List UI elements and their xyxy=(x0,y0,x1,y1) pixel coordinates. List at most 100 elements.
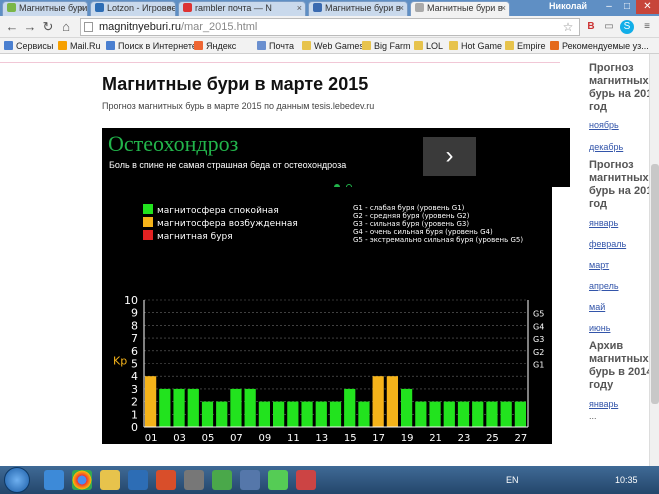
legend-label: магнитная буря xyxy=(157,232,233,242)
forward-icon[interactable]: → xyxy=(22,19,38,35)
bookmark-label: LOL xyxy=(426,41,444,51)
ie-icon[interactable] xyxy=(44,470,64,490)
bookmark-yandex[interactable]: Яндекс xyxy=(194,40,236,52)
bookmark-webgames[interactable]: Web Games xyxy=(302,40,364,52)
close-icon[interactable]: × xyxy=(399,2,404,15)
start-button[interactable] xyxy=(4,467,30,493)
close-icon[interactable]: × xyxy=(167,2,172,15)
app-icon[interactable] xyxy=(156,470,176,490)
scroll-thumb[interactable] xyxy=(651,164,659,404)
bookmark-bigfarm[interactable]: Big Farm xyxy=(362,40,411,52)
x-tick-label: 03 xyxy=(173,433,186,444)
url-domain: magnitnyeburi.ru xyxy=(99,21,181,33)
x-tick-label: 17 xyxy=(372,433,385,444)
bookmark-services[interactable]: Сервисы xyxy=(4,40,53,52)
storm-level-label: G1 - слабая буря (уровень G1) xyxy=(353,204,465,212)
tab-label: rambler почта — N xyxy=(195,3,272,13)
ad-text[interactable]: Боль в спине не самая страшная беда от о… xyxy=(109,160,346,170)
folder-icon xyxy=(302,41,311,50)
bar xyxy=(173,388,185,427)
bar xyxy=(386,376,398,427)
star-icon[interactable]: ☆ xyxy=(560,19,576,35)
divider xyxy=(0,62,560,63)
app-icon[interactable] xyxy=(184,470,204,490)
tab-3[interactable]: rambler почта — N × xyxy=(178,1,306,16)
language-indicator[interactable]: EN xyxy=(506,475,519,485)
ad-banner[interactable]: Остеохондроз Боль в спине не самая страш… xyxy=(102,128,570,190)
bookmark-mail[interactable]: Почта xyxy=(257,40,294,52)
bar xyxy=(358,401,370,427)
legend-label: магнитосфера возбужденная xyxy=(157,219,298,229)
bookmark-recommended[interactable]: Рекомендуемые уз... xyxy=(550,40,649,52)
bar xyxy=(329,401,342,427)
bookmark-label: Web Games xyxy=(314,41,364,51)
home-icon[interactable]: ⌂ xyxy=(58,19,74,35)
chrome-icon[interactable] xyxy=(72,470,92,490)
storm-level-label: G4 - очень сильная буря (уровень G4) xyxy=(353,228,493,236)
ad-headline[interactable]: Остеохондроз xyxy=(108,131,238,157)
app-icon[interactable] xyxy=(212,470,232,490)
bar xyxy=(287,401,299,427)
back-icon[interactable]: ← xyxy=(4,19,20,35)
bar xyxy=(372,376,384,427)
x-tick-label: 09 xyxy=(259,433,272,444)
bar xyxy=(301,401,313,427)
bookmark-search[interactable]: Поиск в Интернете xyxy=(106,40,197,52)
close-icon[interactable]: × xyxy=(501,2,506,15)
maximize-icon[interactable]: □ xyxy=(618,0,636,14)
extension-b-icon[interactable]: B xyxy=(584,20,598,34)
reload-icon[interactable]: ↻ xyxy=(40,19,56,35)
bar xyxy=(429,401,441,427)
bookmark-hotgame[interactable]: Hot Game xyxy=(449,40,502,52)
menu-icon[interactable]: ≡ xyxy=(640,20,654,34)
x-tick-label: 25 xyxy=(486,433,499,444)
y-tick-label: 7 xyxy=(131,332,138,345)
bookmark-label: Рекомендуемые уз... xyxy=(562,41,649,51)
bar xyxy=(486,401,498,427)
bar xyxy=(344,388,356,427)
tab-1[interactable]: Магнитные бури в × xyxy=(2,1,88,16)
address-bar[interactable]: magnitnyeburi.ru/mar_2015.html xyxy=(80,18,580,36)
minimize-icon[interactable]: – xyxy=(600,0,618,14)
tab-4[interactable]: Магнитные бури в × xyxy=(308,1,408,16)
bookmark-label: Hot Game xyxy=(461,41,503,51)
search-icon xyxy=(313,3,322,12)
y-tick-label: 6 xyxy=(131,345,138,358)
web-page: Магнитные бури в марте 2015 Прогноз магн… xyxy=(0,54,659,466)
x-tick-label: 15 xyxy=(344,433,357,444)
scrollbar[interactable] xyxy=(649,54,659,466)
bar xyxy=(230,388,242,427)
user-name[interactable]: Николай xyxy=(549,1,587,11)
skype-icon[interactable]: S xyxy=(620,20,634,34)
clock[interactable]: 10:35 xyxy=(615,475,638,485)
page-icon xyxy=(84,22,93,32)
tab-2[interactable]: Lotzon - Игровое × xyxy=(90,1,176,16)
kp-chart-svg: магнитосфера спокойная магнитосфера возбу… xyxy=(113,204,544,444)
taskbar: EN 10:35 xyxy=(0,466,659,494)
bookmark-empire[interactable]: Empire xyxy=(505,40,546,52)
app-icon[interactable] xyxy=(240,470,260,490)
bar xyxy=(457,401,470,427)
bar xyxy=(500,401,512,427)
media-player-icon[interactable] xyxy=(128,470,148,490)
close-icon[interactable]: × xyxy=(79,2,84,15)
bookmark-mailru[interactable]: Mail.Ru xyxy=(58,40,101,52)
app-icon[interactable] xyxy=(268,470,288,490)
tab-5-active[interactable]: Магнитные бури в × xyxy=(410,1,510,16)
bar xyxy=(258,401,270,427)
tab-label: Магнитные бури в xyxy=(427,3,503,13)
navigation-bar: ← → ↻ ⌂ magnitnyeburi.ru/mar_2015.html ☆… xyxy=(0,16,659,38)
right-tick-label: G3 xyxy=(533,335,544,344)
folder-icon[interactable] xyxy=(100,470,120,490)
bar xyxy=(216,401,228,427)
chevron-right-icon[interactable]: › xyxy=(423,137,476,176)
bookmark-label: Сервисы xyxy=(16,41,54,51)
app-icon[interactable] xyxy=(296,470,316,490)
bar xyxy=(443,401,455,427)
close-icon[interactable]: × xyxy=(297,2,302,15)
right-tick-label: G4 xyxy=(533,322,544,331)
chat-icon[interactable]: ▭ xyxy=(602,20,616,34)
bar xyxy=(472,401,484,427)
bookmark-lol[interactable]: LOL xyxy=(414,40,443,52)
close-window-icon[interactable]: ✕ xyxy=(636,0,659,14)
